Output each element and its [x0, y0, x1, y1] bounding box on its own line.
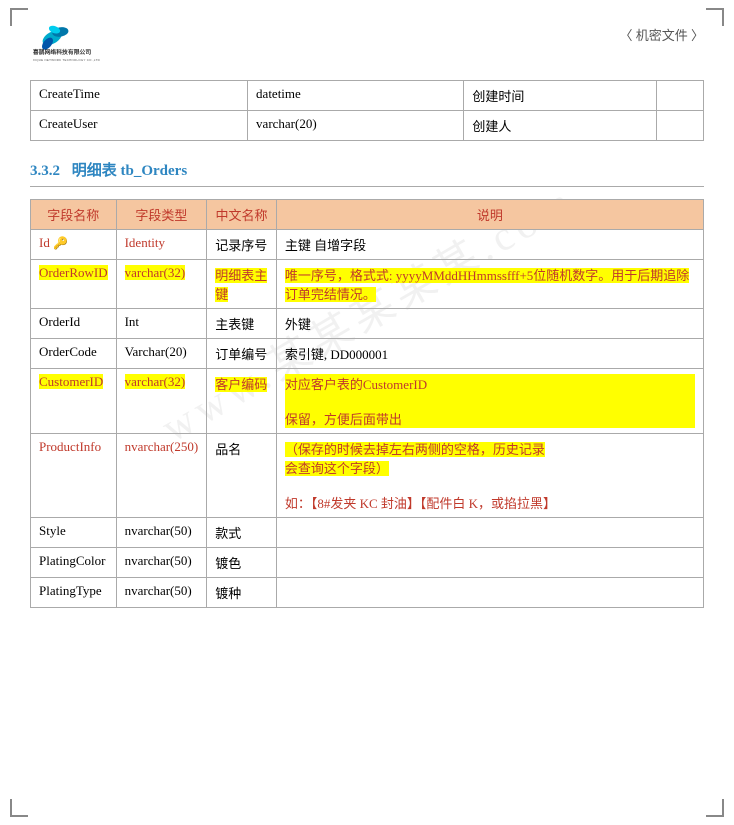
logo-area: 喜鹊网络科技有限公司 XIQUE NETWORK TECHNOLOGY CO.,…	[30, 15, 100, 70]
field-name: CreateUser	[31, 111, 248, 141]
field-cn-name: 订单编号	[207, 339, 277, 369]
field-note: （保存的时候去掉左右两侧的空格，历史记录 会查询这个字段） 如：【8#发夹 KC…	[276, 434, 703, 518]
col-header-cn: 中文名称	[207, 200, 277, 230]
field-cn-name: 明细表主键	[207, 260, 277, 309]
field-cn-name: 镀种	[207, 578, 277, 608]
field-cn-name: 主表键	[207, 309, 277, 339]
table-row: OrderCode Varchar(20) 订单编号 索引键, DD000001	[31, 339, 704, 369]
field-cn-name: 款式	[207, 518, 277, 548]
table-row: Id 🔑 Identity 记录序号 主键 自增字段	[31, 230, 704, 260]
field-name: PlatingType	[31, 578, 117, 608]
field-cn-name: 品名	[207, 434, 277, 518]
field-note: 外键	[276, 309, 703, 339]
field-note: 对应客户表的CustomerID 保留，方便后面带出	[276, 369, 703, 434]
field-name: OrderId	[31, 309, 117, 339]
page-header: 喜鹊网络科技有限公司 XIQUE NETWORK TECHNOLOGY CO.,…	[30, 10, 704, 70]
col-header-type: 字段类型	[116, 200, 207, 230]
svg-text:喜鹊网络科技有限公司: 喜鹊网络科技有限公司	[33, 48, 91, 56]
table-row: PlatingType nvarchar(50) 镀种	[31, 578, 704, 608]
field-cn-name: 创建时间	[464, 81, 656, 111]
field-name: Id 🔑	[31, 230, 117, 260]
field-name: OrderCode	[31, 339, 117, 369]
field-cn-name: 客户编码	[207, 369, 277, 434]
field-type: datetime	[248, 81, 464, 111]
company-logo: 喜鹊网络科技有限公司 XIQUE NETWORK TECHNOLOGY CO.,…	[30, 15, 100, 70]
field-type: nvarchar(50)	[116, 578, 207, 608]
confidential-label: 〈 机密文件 〉	[619, 15, 704, 44]
section-label: 明细表 tb_Orders	[72, 163, 187, 179]
field-name: Style	[31, 518, 117, 548]
field-cn-name: 创建人	[464, 111, 656, 141]
svg-text:XIQUE NETWORK TECHNOLOGY CO.,L: XIQUE NETWORK TECHNOLOGY CO.,LTD	[33, 58, 100, 62]
table-row: OrderRowID varchar(32) 明细表主键 唯一序号，格式式: y…	[31, 260, 704, 309]
field-note	[276, 548, 703, 578]
table-row: ProductInfo nvarchar(250) 品名 （保存的时候去掉左右两…	[31, 434, 704, 518]
field-type: nvarchar(50)	[116, 518, 207, 548]
field-cn-name: 记录序号	[207, 230, 277, 260]
field-name: PlatingColor	[31, 548, 117, 578]
field-note: 主键 自增字段	[276, 230, 703, 260]
col-header-note: 说明	[276, 200, 703, 230]
field-note	[656, 111, 703, 141]
field-name: CustomerID	[31, 369, 117, 434]
field-cn-name: 镀色	[207, 548, 277, 578]
field-note: 唯一序号，格式式: yyyyMMddHHmmssfff+5位随机数字。用于后期追…	[276, 260, 703, 309]
field-name: OrderRowID	[31, 260, 117, 309]
table-header-row: 字段名称 字段类型 中文名称 说明	[31, 200, 704, 230]
field-name: CreateTime	[31, 81, 248, 111]
field-note	[656, 81, 703, 111]
section-heading: 3.3.2 明细表 tb_Orders	[30, 159, 704, 187]
table-row: CreateUser varchar(20) 创建人	[31, 111, 704, 141]
field-type: nvarchar(250)	[116, 434, 207, 518]
field-type: Identity	[116, 230, 207, 260]
field-type: nvarchar(50)	[116, 548, 207, 578]
corner-decoration-bl	[10, 799, 28, 817]
table-row: PlatingColor nvarchar(50) 镀色	[31, 548, 704, 578]
field-type: varchar(32)	[116, 260, 207, 309]
field-type: Varchar(20)	[116, 339, 207, 369]
field-note	[276, 578, 703, 608]
col-header-field: 字段名称	[31, 200, 117, 230]
main-table: 字段名称 字段类型 中文名称 说明 Id 🔑 Identity 记录序号 主键 …	[30, 199, 704, 608]
table-row: CreateTime datetime 创建时间	[31, 81, 704, 111]
top-table: CreateTime datetime 创建时间 CreateUser varc…	[30, 80, 704, 141]
field-type: varchar(32)	[116, 369, 207, 434]
table-row: Style nvarchar(50) 款式	[31, 518, 704, 548]
field-type: varchar(20)	[248, 111, 464, 141]
field-type: Int	[116, 309, 207, 339]
table-row: CustomerID varchar(32) 客户编码 对应客户表的Custom…	[31, 369, 704, 434]
corner-decoration-br	[706, 799, 724, 817]
field-name: ProductInfo	[31, 434, 117, 518]
field-note: 索引键, DD000001	[276, 339, 703, 369]
field-note	[276, 518, 703, 548]
table-row: OrderId Int 主表键 外键	[31, 309, 704, 339]
section-number: 3.3.2	[30, 163, 60, 179]
